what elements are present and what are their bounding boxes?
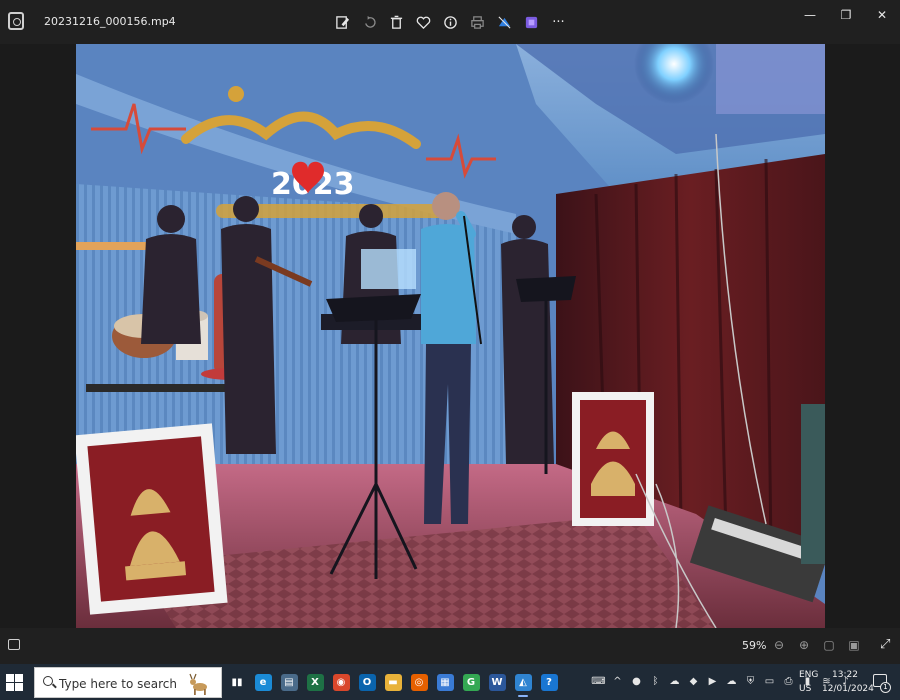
media-viewer: 2023: [0, 44, 900, 628]
info-icon[interactable]: [442, 12, 459, 32]
search-highlight-icon: [189, 673, 207, 695]
taskbar-app-photos[interactable]: ◭: [512, 670, 534, 697]
language-code: ENG: [799, 670, 819, 680]
start-tile-1: [6, 674, 14, 682]
taskbar-search[interactable]: Type here to search: [34, 667, 222, 698]
print-icon[interactable]: [469, 12, 486, 32]
start-tile-2: [15, 674, 23, 682]
chrome-2-icon: G: [462, 673, 480, 691]
app-icon[interactable]: ◆: [687, 674, 700, 688]
keyboard-icon[interactable]: ⌨: [591, 674, 605, 688]
fullscreen-icon[interactable]: ⤢: [880, 637, 894, 652]
excel-icon: X: [306, 673, 324, 691]
display-icon[interactable]: ▭: [763, 674, 776, 688]
taskbar-app-task-view[interactable]: ▮▮: [226, 670, 248, 694]
rotate-icon[interactable]: [361, 12, 378, 32]
clock-time: 13:22: [832, 670, 858, 680]
meet-icon[interactable]: ▶: [706, 674, 719, 688]
maximize-button[interactable]: ❐: [828, 0, 864, 30]
favorite-icon[interactable]: [415, 12, 432, 32]
start-tile-3: [6, 683, 14, 691]
title-bar: 20231216_000156.mp4 ··· — ❐ ✕: [0, 0, 900, 44]
explorer-icon: ▬: [384, 673, 402, 691]
stage-photo-illustration: 2023: [76, 44, 825, 628]
zoom-in-icon[interactable]: ⊕: [797, 637, 811, 653]
emblem-frame-left: [76, 423, 228, 615]
emblem-frame-right: [572, 392, 654, 526]
clock[interactable]: 13:22 12/01/2024: [822, 668, 874, 696]
antivirus-icon[interactable]: ●: [630, 674, 643, 688]
zoom-level: 59%: [742, 639, 767, 652]
onedrive-icon[interactable]: ☁: [725, 674, 738, 688]
edit-icon[interactable]: [334, 12, 351, 32]
start-button[interactable]: [6, 674, 23, 691]
input-language[interactable]: ENG US: [799, 668, 818, 696]
clipchamp-icon[interactable]: [523, 12, 540, 32]
firefox-icon: ◎: [410, 673, 428, 691]
taskbar-app-store[interactable]: ▦: [434, 670, 456, 694]
edge-icon: e: [254, 673, 272, 691]
language-region: US: [799, 684, 812, 694]
windows-taskbar: Type here to search ▮▮ e ▤ X ◉ O ▬ ◎ ▦ G W ◭? ⌨ ^ ● ᛒ ☁…: [0, 664, 900, 700]
sync-icon[interactable]: [496, 12, 513, 32]
taskbar-app-firefox[interactable]: ◎: [408, 670, 430, 694]
taskbar-app-chrome-2[interactable]: G: [460, 670, 482, 694]
file-name: 20231216_000156.mp4: [44, 15, 176, 28]
taskbar-app-explorer[interactable]: ▬: [382, 670, 404, 694]
actual-size-icon[interactable]: ▣: [847, 637, 861, 653]
taskbar-app-excel[interactable]: X: [304, 670, 326, 694]
close-button[interactable]: ✕: [864, 0, 900, 30]
taskbar-app-chrome[interactable]: ◉: [330, 670, 352, 694]
viewer-status-bar: 59% ⊖ ⊕ ▢ ▣ ⤢: [0, 628, 900, 664]
viewer-toolbar: ···: [334, 12, 567, 32]
search-icon: [43, 676, 53, 686]
photos-app-icon: [8, 12, 24, 30]
help-icon: ?: [540, 673, 558, 691]
chevron-up-icon[interactable]: ^: [611, 674, 624, 688]
delete-icon[interactable]: [388, 12, 405, 32]
start-tile-4: [15, 683, 23, 691]
task-view-icon: ▮▮: [228, 673, 246, 691]
zoom-controls: ⊖ ⊕ ▢ ▣: [772, 637, 861, 653]
outlook-icon: O: [358, 673, 376, 691]
clock-date: 12/01/2024: [822, 684, 874, 694]
word-icon: W: [488, 673, 506, 691]
store-icon: ▦: [436, 673, 454, 691]
printer-icon[interactable]: ⎙: [782, 674, 795, 688]
taskbar-app-word[interactable]: W: [486, 670, 508, 694]
more-icon[interactable]: ···: [550, 12, 567, 32]
taskbar-app-outlook[interactable]: O: [356, 670, 378, 694]
zoom-out-icon[interactable]: ⊖: [772, 637, 786, 653]
pinned-apps: ▮▮ e ▤ X ◉ O ▬ ◎ ▦ G W ◭?: [226, 670, 560, 697]
photos-icon: ◭: [514, 673, 532, 691]
taskbar-app-file-manager[interactable]: ▤: [278, 670, 300, 694]
bluetooth-icon[interactable]: ᛒ: [649, 674, 662, 688]
filmstrip-icon[interactable]: [8, 639, 20, 650]
fit-window-icon[interactable]: ▢: [822, 637, 836, 653]
window-controls: — ❐ ✕: [792, 0, 900, 30]
taskbar-app-edge[interactable]: e: [252, 670, 274, 694]
security-icon[interactable]: ⛨: [744, 674, 757, 688]
search-input[interactable]: Type here to search: [59, 677, 177, 691]
chrome-icon: ◉: [332, 673, 350, 691]
minimize-button[interactable]: —: [792, 0, 828, 30]
taskbar-app-help[interactable]: ?: [538, 670, 560, 694]
stage-photo[interactable]: 2023: [76, 44, 825, 628]
cloud-icon[interactable]: ☁: [668, 674, 681, 688]
notification-badge: 1: [880, 682, 891, 693]
file-manager-icon: ▤: [280, 673, 298, 691]
